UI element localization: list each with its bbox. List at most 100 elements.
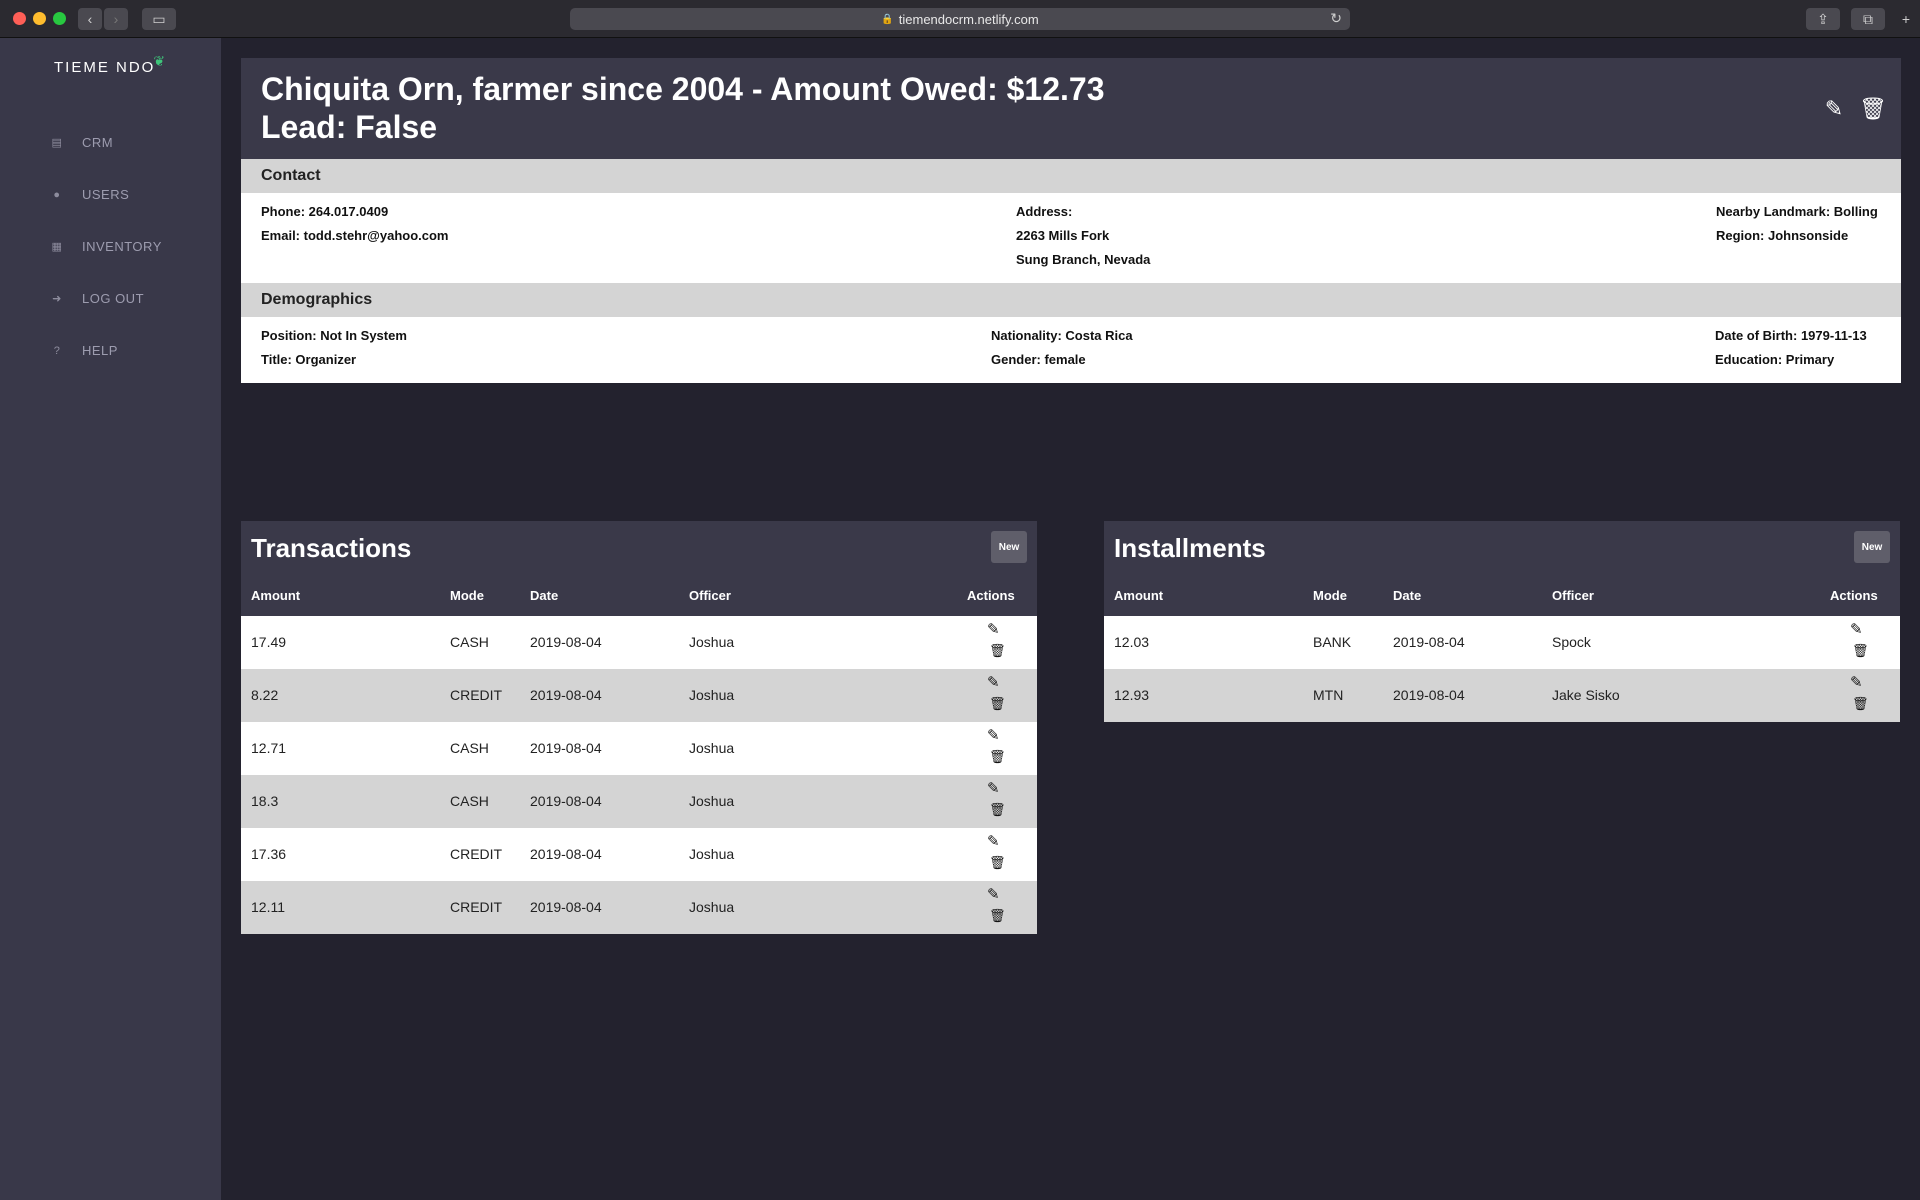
sidebar-item-label: USERS	[82, 187, 130, 202]
phone-value: Phone: 264.017.0409	[261, 204, 389, 219]
tabs-icon: ⧉	[1863, 10, 1873, 27]
column-header-officer[interactable]: Officer	[689, 588, 731, 603]
share-button[interactable]: ⇪	[1806, 8, 1840, 30]
new-installment-button[interactable]: New	[1854, 531, 1890, 563]
cell-amount: 17.49	[251, 634, 287, 650]
cell-officer: Joshua	[689, 740, 735, 756]
table-row: 8.22 CREDIT 2019-08-04 Joshua ✎ 🗑	[241, 669, 1037, 722]
delete-row-icon[interactable]: 🗑	[989, 696, 1009, 712]
cell-date: 2019-08-04	[530, 687, 602, 703]
column-header-actions: Actions	[967, 588, 1015, 603]
cubes-icon: ▦	[51, 241, 63, 253]
edit-row-icon[interactable]: ✎	[1850, 620, 1870, 638]
edit-row-icon[interactable]: ✎	[987, 620, 1007, 638]
cell-officer: Joshua	[689, 687, 735, 703]
installments-header: Installments New	[1104, 521, 1900, 578]
database-icon: ▤	[51, 137, 63, 149]
user-icon: ●	[53, 188, 61, 201]
nationality-value: Nationality: Costa Rica	[991, 328, 1133, 343]
column-header-date[interactable]: Date	[530, 588, 558, 603]
cell-amount: 8.22	[251, 687, 279, 703]
cell-mode: CREDIT	[450, 846, 503, 862]
table-row: 12.11 CREDIT 2019-08-04 Joshua ✎ 🗑	[241, 881, 1037, 934]
logo-text: TIEME NDO	[54, 59, 156, 76]
cell-amount: 12.71	[251, 740, 287, 756]
cell-mode: BANK	[1313, 634, 1352, 650]
delete-row-icon[interactable]: 🗑	[989, 908, 1009, 924]
cell-date: 2019-08-04	[530, 793, 602, 809]
back-button[interactable]: ‹	[78, 8, 102, 30]
delete-row-icon[interactable]: 🗑	[1852, 643, 1872, 659]
cell-officer: Joshua	[689, 846, 735, 862]
table-row: 17.36 CREDIT 2019-08-04 Joshua ✎ 🗑	[241, 828, 1037, 881]
delete-row-icon[interactable]: 🗑	[989, 855, 1009, 871]
column-header-date[interactable]: Date	[1393, 588, 1421, 603]
edit-row-icon[interactable]: ✎	[987, 885, 1007, 903]
edit-row-icon[interactable]: ✎	[1850, 673, 1870, 691]
address-label: Address:	[1016, 204, 1073, 219]
new-tab-button[interactable]: +	[1896, 8, 1916, 30]
sidebar-toggle-button[interactable]: ▭	[142, 8, 176, 30]
forward-button[interactable]: ›	[104, 8, 128, 30]
sidebar-item-users[interactable]: ● USERS	[50, 187, 129, 202]
sidebar-item-crm[interactable]: ▤ CRM	[50, 135, 113, 150]
demographics-section: Position: Not In System Title: Organizer…	[241, 317, 1901, 383]
transactions-column-headers: Amount Mode Date Officer Actions	[241, 578, 1037, 616]
sidebar: TIEME NDO❦ ▤ CRM ● USERS ▦ INVENTORY ➜ L…	[0, 38, 221, 1200]
question-circle-icon: ?	[53, 344, 61, 357]
column-header-mode[interactable]: Mode	[1313, 588, 1347, 603]
cell-mode: CREDIT	[450, 899, 503, 915]
column-header-actions: Actions	[1830, 588, 1878, 603]
sidebar-item-help[interactable]: ? HELP	[50, 343, 118, 358]
profile-header: Chiquita Orn, farmer since 2004 - Amount…	[241, 58, 1901, 159]
url-text: tiemendocrm.netlify.com	[898, 11, 1039, 27]
app-logo[interactable]: TIEME NDO❦	[54, 53, 169, 76]
edit-row-icon[interactable]: ✎	[987, 832, 1007, 850]
delete-row-icon[interactable]: 🗑	[1852, 696, 1872, 712]
edit-row-icon[interactable]: ✎	[987, 673, 1007, 691]
cell-mode: CREDIT	[450, 687, 503, 703]
cell-officer: Joshua	[689, 634, 735, 650]
delete-row-icon[interactable]: 🗑	[989, 802, 1009, 818]
address-line2: Sung Branch, Nevada	[1016, 252, 1151, 267]
edit-profile-icon[interactable]: ✎	[1821, 96, 1847, 122]
column-header-officer[interactable]: Officer	[1552, 588, 1594, 603]
demographics-heading: Demographics	[241, 283, 1901, 317]
table-row: 12.71 CASH 2019-08-04 Joshua ✎ 🗑	[241, 722, 1037, 775]
delete-profile-icon[interactable]: 🗑	[1859, 96, 1887, 122]
delete-row-icon[interactable]: 🗑	[989, 749, 1009, 765]
lock-icon: 🔒	[881, 13, 894, 25]
close-window-button[interactable]	[13, 12, 26, 25]
reload-icon[interactable]: ↻	[1330, 10, 1342, 27]
minimize-window-button[interactable]	[33, 12, 46, 25]
table-row: 18.3 CASH 2019-08-04 Joshua ✎ 🗑	[241, 775, 1037, 828]
sidebar-item-logout[interactable]: ➜ LOG OUT	[50, 291, 144, 306]
sign-out-icon: ➜	[52, 293, 62, 305]
table-row: 12.03 BANK 2019-08-04 Spock ✎ 🗑	[1104, 616, 1900, 669]
column-header-mode[interactable]: Mode	[450, 588, 484, 603]
column-header-amount[interactable]: Amount	[1114, 588, 1163, 603]
transactions-header: Transactions New	[241, 521, 1037, 578]
address-bar[interactable]: 🔒 tiemendocrm.netlify.com ↻	[570, 8, 1350, 30]
cell-mode: CASH	[450, 793, 489, 809]
profile-title: Chiquita Orn, farmer since 2004 - Amount…	[261, 71, 1105, 107]
transactions-rows: 17.49 CASH 2019-08-04 Joshua ✎ 🗑 8.22 CREDIT 201…	[241, 616, 1037, 934]
cell-officer: Spock	[1552, 634, 1591, 650]
column-header-amount[interactable]: Amount	[251, 588, 300, 603]
sidebar-item-label: INVENTORY	[82, 239, 162, 254]
transactions-title: Transactions	[251, 533, 412, 563]
dob-value: Date of Birth: 1979-11-13	[1715, 328, 1867, 343]
sidebar-item-inventory[interactable]: ▦ INVENTORY	[50, 239, 162, 254]
address-line1: 2263 Mills Fork	[1016, 228, 1110, 243]
new-transaction-button[interactable]: New	[991, 531, 1027, 563]
delete-row-icon[interactable]: 🗑	[989, 643, 1009, 659]
edit-row-icon[interactable]: ✎	[987, 779, 1007, 797]
edit-row-icon[interactable]: ✎	[987, 726, 1007, 744]
position-value: Position: Not In System	[261, 328, 407, 343]
contact-heading: Contact	[241, 159, 1901, 193]
tabs-overview-button[interactable]: ⧉	[1851, 8, 1885, 30]
cell-date: 2019-08-04	[530, 634, 602, 650]
maximize-window-button[interactable]	[53, 12, 66, 25]
installments-column-headers: Amount Mode Date Officer Actions	[1104, 578, 1900, 616]
cell-date: 2019-08-04	[530, 846, 602, 862]
